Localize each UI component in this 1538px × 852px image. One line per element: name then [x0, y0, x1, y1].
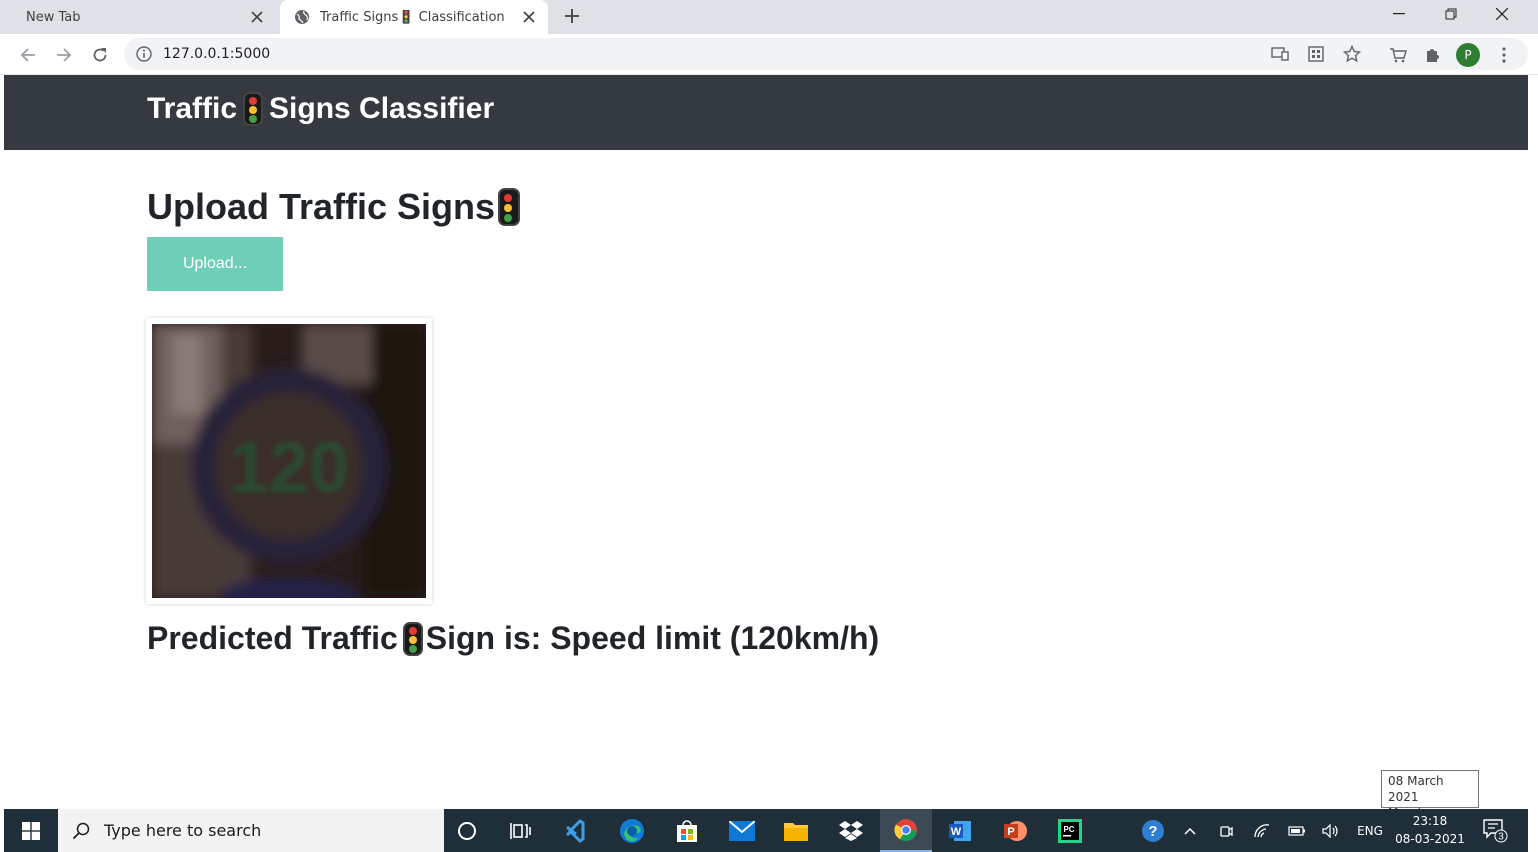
tab-new-tab[interactable]: New Tab	[4, 0, 276, 34]
wifi-icon[interactable]	[1250, 809, 1274, 852]
tab-traffic-signs[interactable]: Traffic Signs🚦 Classification	[280, 0, 548, 34]
svg-text:?: ?	[1148, 823, 1157, 840]
volume-icon[interactable]	[1319, 809, 1343, 852]
close-tab-icon[interactable]	[244, 4, 270, 30]
date-tooltip: 08 March 2021 Monday	[1381, 770, 1479, 820]
brand-text-after: Signs Classifier	[269, 92, 495, 125]
globe-icon	[294, 9, 310, 25]
start-button[interactable]	[4, 809, 58, 852]
profile-avatar[interactable]: P	[1456, 43, 1480, 67]
meet-now-icon[interactable]	[1214, 809, 1238, 852]
extensions-icon[interactable]	[1418, 41, 1446, 69]
forward-arrow-icon[interactable]	[50, 41, 78, 69]
notification-center-icon[interactable]: 3	[1482, 817, 1508, 847]
windows-taskbar: Type here to search W P PC ? ENG 23:18 0…	[4, 809, 1528, 852]
search-placeholder: Type here to search	[104, 821, 262, 840]
upload-button[interactable]: Upload...	[147, 237, 283, 291]
new-tab-button[interactable]	[560, 4, 584, 28]
cast-icon[interactable]	[1270, 44, 1290, 64]
svg-text:W: W	[951, 826, 962, 838]
powerpoint-icon[interactable]: P	[989, 809, 1041, 852]
url-text[interactable]: 127.0.0.1:5000	[163, 46, 270, 62]
clock-date: 08-03-2021	[1395, 832, 1465, 846]
clock-time: 23:18	[1412, 814, 1448, 828]
star-icon[interactable]	[1342, 44, 1362, 64]
dropbox-icon[interactable]	[825, 809, 877, 852]
uploaded-image: 120	[146, 318, 432, 604]
file-explorer-icon[interactable]	[770, 809, 822, 852]
clock[interactable]: 23:18 08-03-2021	[1394, 812, 1466, 848]
close-window-icon[interactable]	[1477, 0, 1527, 28]
qr-code-icon[interactable]	[1306, 44, 1326, 64]
brand-title[interactable]: Traffic Signs Classifier	[147, 92, 494, 126]
task-view-icon[interactable]	[495, 809, 547, 852]
address-bar[interactable]: 127.0.0.1:5000	[124, 38, 1528, 70]
notification-count: 3	[1498, 832, 1504, 843]
upload-heading: Upload Traffic Signs	[147, 186, 526, 228]
svg-text:P: P	[1007, 826, 1014, 838]
traffic-light-icon	[498, 188, 521, 226]
svg-text:PC: PC	[1063, 825, 1074, 834]
store-icon[interactable]	[661, 809, 713, 852]
mail-icon[interactable]	[716, 809, 768, 852]
chevron-up-icon[interactable]	[1178, 809, 1202, 852]
pycharm-icon[interactable]: PC	[1044, 809, 1096, 852]
minimize-icon[interactable]	[1374, 0, 1424, 28]
edge-icon[interactable]	[606, 809, 658, 852]
brand-text-before: Traffic	[147, 92, 238, 125]
vscode-icon[interactable]	[549, 809, 601, 852]
traffic-sign-photo: 120	[152, 324, 426, 598]
word-icon[interactable]: W	[934, 809, 986, 852]
tab-title: Traffic Signs🚦 Classification	[320, 9, 505, 25]
heading-text: Upload Traffic Signs	[147, 186, 496, 227]
battery-icon[interactable]	[1285, 809, 1309, 852]
chrome-icon[interactable]	[880, 809, 932, 852]
browser-tab-bar: New Tab Traffic Signs🚦 Classification	[0, 0, 1538, 34]
windows-logo-icon	[22, 821, 40, 840]
cortana-icon[interactable]	[441, 809, 493, 852]
restore-icon[interactable]	[1426, 0, 1476, 28]
sign-text: 120	[229, 428, 349, 508]
taskbar-search-box[interactable]: Type here to search	[58, 809, 444, 852]
result-text-after: Sign is: Speed limit (120km/h)	[425, 620, 880, 656]
search-icon	[72, 822, 90, 839]
prediction-result: Predicted Traffic Sign is: Speed limit (…	[147, 620, 879, 657]
shopping-cart-icon[interactable]	[1384, 41, 1412, 69]
browser-toolbar: 127.0.0.1:5000 P	[0, 34, 1538, 75]
menu-kebab-icon[interactable]	[1490, 41, 1518, 69]
traffic-light-icon	[243, 92, 264, 126]
language-indicator[interactable]: ENG	[1352, 809, 1388, 852]
navbar: Traffic Signs Classifier	[4, 75, 1528, 150]
result-text-before: Predicted Traffic	[147, 620, 398, 656]
info-icon[interactable]	[136, 46, 152, 62]
tooltip-date: 08 March 2021	[1388, 774, 1444, 804]
close-tab-icon[interactable]	[516, 4, 542, 30]
tab-title: New Tab	[26, 9, 81, 25]
back-arrow-icon[interactable]	[14, 41, 42, 69]
help-icon[interactable]: ?	[1138, 809, 1168, 852]
traffic-light-icon	[402, 621, 423, 656]
reload-icon[interactable]	[86, 41, 114, 69]
